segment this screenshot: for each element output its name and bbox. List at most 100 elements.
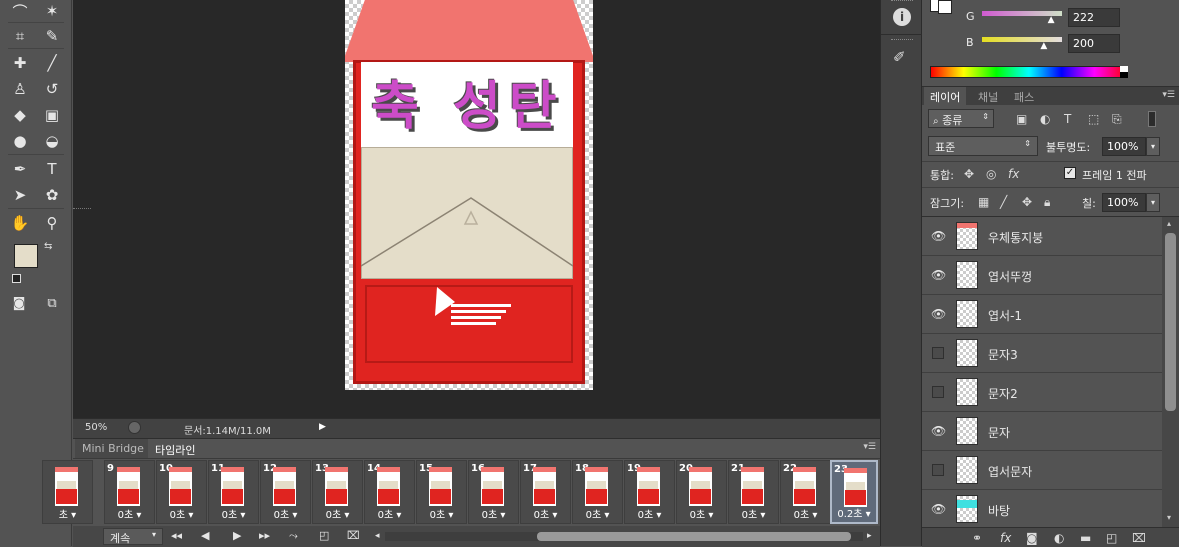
link-layers-icon[interactable]: ⚭ (972, 531, 986, 545)
layer-row[interactable]: 👁︎ 바탕 (922, 490, 1162, 529)
delete-frame-icon[interactable]: ⌧ (347, 529, 360, 542)
filter-pixel-icon[interactable]: ▣ (1016, 112, 1030, 126)
frame-delay[interactable]: 0초 (118, 510, 134, 521)
duplicate-frame-icon[interactable]: ◰ (319, 529, 329, 542)
layer-row[interactable]: 문자3 (922, 334, 1162, 373)
timeline-frame[interactable]: 12 0초 ▾ (260, 460, 311, 524)
swap-colors-icon[interactable]: ⇆ (44, 241, 52, 252)
frame-delay[interactable]: 0.2초 (837, 509, 862, 520)
timeline-frame[interactable]: 19 0초 ▾ (624, 460, 675, 524)
timeline-frame[interactable]: 11 0초 ▾ (208, 460, 259, 524)
timeline-frame[interactable]: 10 0초 ▾ (156, 460, 207, 524)
tab-timeline[interactable]: 타임라인 (148, 439, 203, 458)
lock-pixels-icon[interactable]: ╱ (1000, 195, 1014, 209)
unify-style-icon[interactable]: fx (1008, 167, 1022, 181)
filter-toggle[interactable] (1148, 111, 1156, 127)
delete-layer-icon[interactable]: ⌧ (1132, 531, 1146, 545)
frame-delay[interactable]: 0초 (690, 510, 706, 521)
timeline-frame[interactable]: 14 0초 ▾ (364, 460, 415, 524)
scroll-down-icon[interactable]: ▾ (1167, 513, 1171, 522)
timeline-frame[interactable]: 초 ▾ (42, 460, 93, 524)
tab-channels[interactable]: 채널 (972, 87, 1004, 105)
add-mask-icon[interactable]: ◙ (1026, 531, 1040, 545)
layer-row[interactable]: 👁︎ 엽서뚜껑 (922, 256, 1162, 295)
document-canvas-area[interactable]: 축 성탄 (73, 0, 880, 418)
hand-icon[interactable]: ✋ (6, 212, 34, 234)
visibility-empty-box[interactable] (932, 386, 944, 398)
gradient-icon[interactable]: ▣ (38, 104, 66, 126)
frame-delay[interactable]: 0초 (222, 510, 238, 521)
eyedropper-icon[interactable]: ✎ (38, 25, 66, 47)
b-slider-track[interactable] (982, 37, 1062, 42)
zoom-level[interactable]: 50% (85, 422, 107, 433)
foreground-color-swatch[interactable] (14, 244, 38, 268)
opacity-dropdown-icon[interactable]: ▾ (1146, 137, 1160, 156)
frame-delay[interactable]: 0초 (378, 510, 394, 521)
magic-wand-icon[interactable]: ✶ (38, 0, 66, 22)
default-colors-icon[interactable] (12, 274, 21, 283)
frame-delay[interactable]: 초 (59, 510, 68, 521)
timeline-frame[interactable]: 21 0초 ▾ (728, 460, 779, 524)
tool-presets-icon[interactable]: ✐ (893, 48, 906, 66)
visibility-empty-box[interactable] (932, 347, 944, 359)
tween-icon[interactable]: ⤳ (289, 529, 298, 543)
visibility-eye-icon[interactable]: 👁︎ (931, 268, 946, 282)
dodge-icon[interactable]: ◒ (38, 130, 66, 152)
timeline-frame[interactable]: 9 0초 ▾ (104, 460, 155, 524)
lasso-icon[interactable]: ⌒ (6, 0, 34, 22)
info-icon[interactable]: i (893, 8, 911, 26)
timeline-frame[interactable]: 20 0초 ▾ (676, 460, 727, 524)
timeline-frame[interactable]: 17 0초 ▾ (520, 460, 571, 524)
g-slider-thumb[interactable]: ▲ (1048, 15, 1055, 25)
new-group-icon[interactable]: ▬ (1080, 531, 1094, 545)
frame-delay[interactable]: 0초 (586, 510, 602, 521)
unify-visibility-icon[interactable]: ◎ (986, 167, 1000, 181)
lock-transparent-icon[interactable]: ▦ (978, 195, 992, 209)
timeline-frame[interactable]: 15 0초 ▾ (416, 460, 467, 524)
color-spectrum-bar[interactable] (930, 66, 1128, 78)
frame-delay[interactable]: 0초 (482, 510, 498, 521)
lock-position-icon[interactable]: ✥ (1022, 195, 1036, 209)
history-brush-icon[interactable]: ↺ (38, 78, 66, 100)
g-value-field[interactable]: 222 (1068, 8, 1120, 27)
fill-field[interactable]: 100% (1102, 193, 1146, 212)
timeline-frame-selected[interactable]: 23 0.2초 ▾ (830, 460, 878, 524)
shape-icon[interactable]: ✿ (38, 184, 66, 206)
stamp-icon[interactable]: ♙ (6, 78, 34, 100)
layer-row[interactable]: 👁︎ 우체통지붕 (922, 217, 1162, 256)
screen-mode-icon[interactable]: ⧉ (38, 292, 66, 314)
lock-all-icon[interactable]: 🔒︎ (1044, 195, 1058, 209)
filter-shape-icon[interactable]: ⬚ (1088, 112, 1102, 126)
b-slider-thumb[interactable]: ▲ (1040, 41, 1047, 51)
fill-dropdown-icon[interactable]: ▾ (1146, 193, 1160, 212)
pen-icon[interactable]: ✒ (6, 158, 34, 180)
tab-mini-bridge[interactable]: Mini Bridge (75, 439, 151, 458)
layer-row[interactable]: 👁︎ 문자 (922, 412, 1162, 451)
tab-layers[interactable]: 레이어 (924, 87, 967, 105)
frame-delay[interactable]: 0초 (638, 510, 654, 521)
quick-mask-icon[interactable]: ◙ (5, 292, 33, 314)
spot-healing-icon[interactable]: ✚ (6, 52, 34, 74)
loop-select[interactable]: 계속 ▾ (103, 528, 163, 545)
color-swatch-bg[interactable] (938, 0, 952, 14)
timeline-scroll-thumb[interactable] (537, 532, 851, 541)
layer-scroll-thumb[interactable] (1165, 233, 1176, 411)
frame-delay[interactable]: 0초 (274, 510, 290, 521)
document-canvas[interactable]: 축 성탄 (345, 0, 593, 390)
visibility-eye-icon[interactable]: 👁︎ (931, 424, 946, 438)
timeline-frame[interactable]: 16 0초 ▾ (468, 460, 519, 524)
layer-row[interactable]: 문자2 (922, 373, 1162, 412)
next-frame-icon[interactable]: ▸▸ (259, 529, 270, 542)
new-layer-icon[interactable]: ◰ (1106, 531, 1120, 545)
scroll-right-icon[interactable]: ▸ (867, 531, 872, 541)
frame-delay[interactable]: 0초 (326, 510, 342, 521)
opacity-field[interactable]: 100% (1102, 137, 1146, 156)
adjustment-layer-icon[interactable]: ◐ (1054, 531, 1068, 545)
layer-style-icon[interactable]: fx (1000, 531, 1014, 545)
scroll-left-icon[interactable]: ◂ (375, 531, 380, 541)
timeline-frame[interactable]: 18 0초 ▾ (572, 460, 623, 524)
layer-row[interactable]: 엽서문자 (922, 451, 1162, 490)
frame-delay[interactable]: 0초 (534, 510, 550, 521)
timeline-scrollbar[interactable] (385, 532, 863, 541)
first-frame-icon[interactable]: ◂◂ (171, 529, 182, 542)
